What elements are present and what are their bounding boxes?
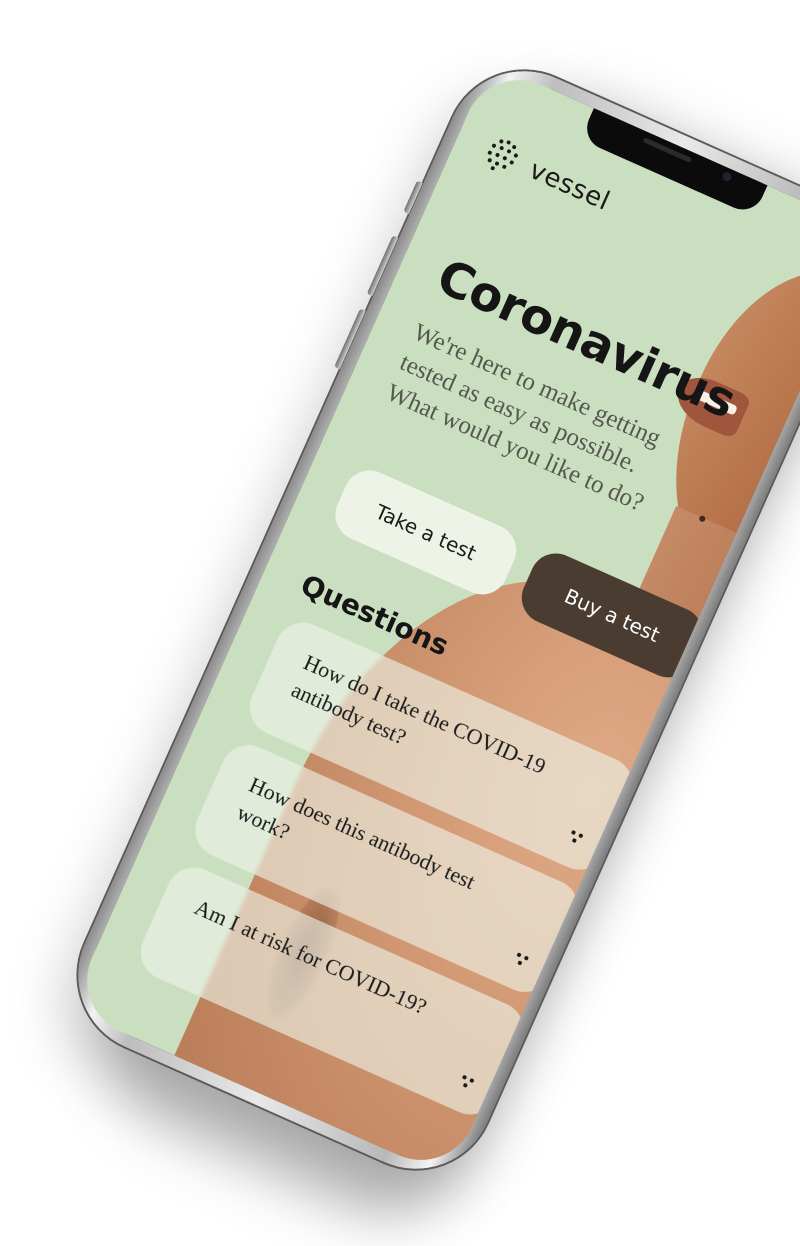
app-content: vessel Coronavirus We're here to make ge… <box>69 62 800 1178</box>
speaker-grille <box>642 137 692 163</box>
buy-test-button[interactable]: Buy a test <box>513 545 711 686</box>
brand-name: vessel <box>524 155 615 217</box>
silent-switch <box>403 180 423 215</box>
dots-icon <box>567 829 585 846</box>
dotted-circle-icon <box>482 134 527 179</box>
stage: vessel Coronavirus We're here to make ge… <box>0 0 800 1246</box>
dots-icon <box>512 952 530 969</box>
front-camera <box>721 170 733 183</box>
take-test-button[interactable]: Take a test <box>327 462 525 603</box>
phone-screen: vessel Coronavirus We're here to make ge… <box>69 62 800 1178</box>
brand-logo[interactable]: vessel <box>482 134 615 218</box>
phone-frame: vessel Coronavirus We're here to make ge… <box>53 46 800 1194</box>
dots-icon <box>458 1074 476 1091</box>
